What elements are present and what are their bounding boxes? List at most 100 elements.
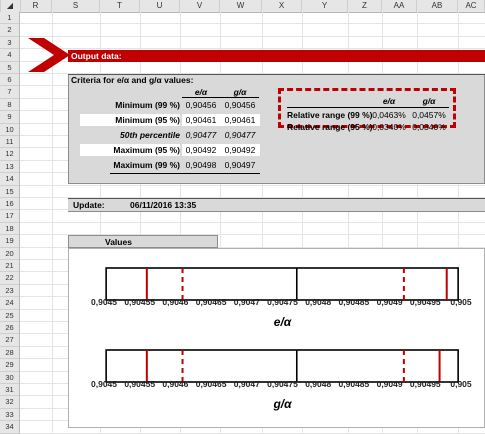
tick-label: 0,9049 [377, 379, 403, 389]
row-header-32[interactable]: 32 [0, 396, 20, 409]
arrow-icon [28, 38, 70, 72]
header-e: e/α [194, 87, 208, 97]
row-header-9[interactable]: 9 [0, 111, 20, 124]
row-header-28[interactable]: 28 [0, 346, 20, 360]
range-header-rule [287, 107, 449, 108]
column-header-z[interactable]: Z [348, 0, 382, 12]
grid-line [20, 432, 485, 434]
stats-row: 50th percentile 0,90477 0,90477 [110, 129, 260, 142]
tick-label: 0,905 [450, 379, 472, 389]
column-header-w[interactable]: W [220, 0, 262, 12]
row-header-23[interactable]: 23 [0, 284, 20, 298]
update-label: Update: [73, 200, 105, 210]
row-header-1[interactable]: 1 [0, 12, 20, 25]
row-header-10[interactable]: 10 [0, 123, 20, 136]
column-header-ab[interactable]: AB [417, 0, 458, 12]
range-row-e: 0,0340% [372, 122, 406, 132]
row-header-21[interactable]: 21 [0, 260, 20, 273]
row-header-12[interactable]: 12 [0, 148, 20, 161]
row-header-27[interactable]: 27 [0, 334, 20, 347]
row-header-8[interactable]: 8 [0, 98, 20, 112]
stats-row: Maximum (99 %) 0,90498 0,90497 [110, 159, 260, 172]
row-header-25[interactable]: 25 [0, 309, 20, 322]
row-header-17[interactable]: 17 [0, 210, 20, 223]
row-header-15[interactable]: 15 [0, 185, 20, 198]
header-g: g/α [233, 87, 247, 97]
row-header-34[interactable]: 34 [0, 421, 20, 434]
column-header-r[interactable]: R [20, 0, 52, 12]
range-header-e: e/α [382, 96, 396, 106]
stats-row-e: 0,90498 [185, 160, 217, 170]
column-header-v[interactable]: V [180, 0, 220, 12]
row-header-16[interactable]: 16 [0, 198, 20, 211]
range-charts: 0,9045 0,90455 0,9046 0,90465 0,9047 0,90475 0… [91, 267, 472, 411]
row-header-2[interactable]: 2 [0, 24, 20, 37]
column-header-s[interactable]: S [52, 0, 100, 12]
tick-label: 0,90485 [339, 379, 370, 389]
column-header-aa[interactable]: AA [382, 0, 417, 12]
tick-label: 0,90455 [124, 297, 155, 307]
stats-row-label: Maximum (99 %) [113, 160, 180, 170]
values-label: Values [105, 237, 132, 247]
column-header-t[interactable]: T [100, 0, 140, 12]
stats-row-g: 0,90461 [220, 114, 260, 126]
tick-label: 0,90495 [410, 379, 441, 389]
column-header-x[interactable]: X [262, 0, 302, 12]
tick-label: 0,9046 [162, 379, 188, 389]
update-bar: Update: 06/11/2016 13:35 [68, 198, 485, 212]
stats-row-g: 0,90492 [220, 144, 260, 156]
row-header-18[interactable]: 18 [0, 222, 20, 236]
row-header-33[interactable]: 33 [0, 408, 20, 422]
stats-row-e: 0,90492 [182, 144, 220, 156]
tick-label: 0,9046 [162, 297, 188, 307]
row-header-31[interactable]: 31 [0, 384, 20, 397]
range-box [105, 267, 459, 301]
row-header-22[interactable]: 22 [0, 272, 20, 285]
row-header-14[interactable]: 14 [0, 173, 20, 186]
range-row: Relative range (95 %) 0,0340% 0,0340% [287, 121, 449, 133]
row-header-24[interactable]: 24 [0, 297, 20, 310]
range-row-g: 0,0340% [412, 122, 446, 132]
stats-row-label: 50th percentile [120, 130, 180, 140]
row-header-4[interactable]: 4 [0, 49, 20, 62]
column-header-y[interactable]: Y [302, 0, 348, 12]
row-header-5[interactable]: 5 [0, 61, 20, 74]
output-title: Output data: [71, 51, 122, 61]
row-header-6[interactable]: 6 [0, 74, 20, 87]
row-header-7[interactable]: 7 [0, 86, 20, 99]
tick-label: 0,905 [450, 297, 472, 307]
row-header-11[interactable]: 11 [0, 136, 20, 149]
tick-label: 0,90485 [339, 297, 370, 307]
column-header-u[interactable]: U [140, 0, 180, 12]
tick-label: 0,90495 [410, 297, 441, 307]
axis-label: e/α [274, 315, 292, 329]
tick-label: 0,9048 [305, 297, 331, 307]
grid-line [20, 23, 485, 25]
range-box [105, 349, 459, 383]
stats-row-e: 0,90461 [182, 114, 220, 126]
tick-label: 0,9048 [305, 379, 331, 389]
axis-label: g/α [272, 397, 292, 411]
tick-label: 0,90475 [267, 379, 298, 389]
update-value: 06/11/2016 13:35 [130, 200, 197, 210]
range-header-g: g/α [422, 96, 436, 106]
stats-row-e: 0,90456 [185, 100, 217, 110]
tick-label: 0,9045 [91, 379, 117, 389]
row-header-13[interactable]: 13 [0, 160, 20, 174]
range-row: Relative range (99 %) 0,0463% 0,0457% [287, 109, 449, 121]
tick-label: 0,9047 [234, 297, 260, 307]
row-header-30[interactable]: 30 [0, 371, 20, 384]
row-header-20[interactable]: 20 [0, 247, 20, 260]
stats-table: e/α g/α Minimum (99 %) 0,90456 0,90456 Mini… [80, 87, 260, 175]
grid-line [20, 221, 485, 223]
row-header-3[interactable]: 3 [0, 36, 20, 50]
column-header-ac[interactable]: AC [458, 0, 485, 12]
row-header-26[interactable]: 26 [0, 322, 20, 335]
select-all-corner[interactable]: ◢ [0, 0, 21, 12]
stats-row-label: Maximum (95 %) [80, 144, 180, 156]
row-header-29[interactable]: 29 [0, 359, 20, 372]
row-header-19[interactable]: 19 [0, 235, 20, 248]
column-header-bar: ◢ R S T U V W X Y Z AA AB AC [0, 0, 485, 13]
stats-row: Minimum (95 %) 0,90461 0,90461 [80, 114, 260, 127]
tick-label: 0,9045 [91, 297, 117, 307]
